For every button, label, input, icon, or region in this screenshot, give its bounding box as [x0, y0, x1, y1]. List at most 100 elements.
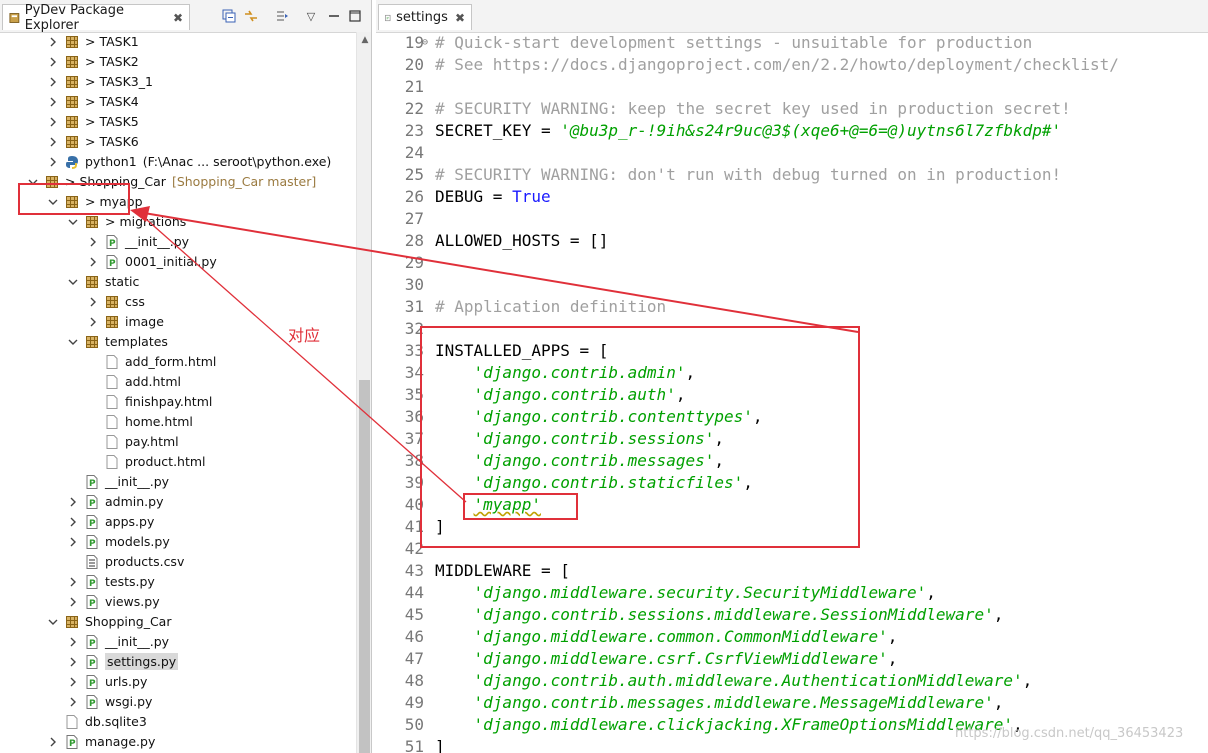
tree-scrollbar[interactable]: ▲ — [356, 32, 371, 753]
tree-item[interactable]: finishpay.html — [0, 392, 356, 412]
tree-item[interactable]: product.html — [0, 452, 356, 472]
code-line[interactable]: 37 'django.contrib.sessions', — [376, 428, 1208, 450]
tree-item[interactable]: > migrations — [0, 212, 356, 232]
chevron-down-icon[interactable] — [48, 192, 58, 212]
tree-item[interactable]: > TASK2 — [0, 52, 356, 72]
chevron-down-icon[interactable] — [68, 272, 78, 292]
tree-item[interactable]: > myapp — [0, 192, 356, 212]
tree-item[interactable]: Purls.py — [0, 672, 356, 692]
tree-item[interactable]: pay.html — [0, 432, 356, 452]
code-line[interactable]: 29 — [376, 252, 1208, 274]
code-line[interactable]: 26 DEBUG = True — [376, 186, 1208, 208]
tree-item[interactable]: > Shopping_Car [Shopping_Car master] — [0, 172, 356, 192]
tree-item[interactable]: Pmodels.py — [0, 532, 356, 552]
chevron-right-icon[interactable] — [48, 92, 58, 112]
tree-item[interactable]: > TASK1 — [0, 32, 356, 52]
fold-icon[interactable]: ⊖ — [422, 32, 428, 54]
chevron-right-icon[interactable] — [68, 672, 78, 692]
tree-item[interactable]: Pviews.py — [0, 592, 356, 612]
code-line[interactable]: 22 # SECURITY WARNING: keep the secret ke… — [376, 98, 1208, 120]
code-line[interactable]: 44 'django.middleware.security.SecurityM… — [376, 582, 1208, 604]
chevron-right-icon[interactable] — [48, 152, 58, 172]
minimize-icon[interactable] — [326, 8, 342, 24]
code-line[interactable]: 28 ALLOWED_HOSTS = [] — [376, 230, 1208, 252]
chevron-right-icon[interactable] — [88, 252, 98, 272]
code-line[interactable]: 40 'myapp' — [376, 494, 1208, 516]
chevron-right-icon[interactable] — [88, 312, 98, 332]
code-line[interactable]: 20 # See https://docs.djangoproject.com/e… — [376, 54, 1208, 76]
chevron-right-icon[interactable] — [48, 132, 58, 152]
tree-item[interactable]: Pmanage.py — [0, 732, 356, 752]
chevron-right-icon[interactable] — [48, 32, 58, 52]
tree-item[interactable]: P __init__.py — [0, 232, 356, 252]
code-line[interactable]: 49 'django.contrib.messages.middleware.M… — [376, 692, 1208, 714]
tree-item[interactable]: Padmin.py — [0, 492, 356, 512]
chevron-right-icon[interactable] — [68, 632, 78, 652]
code-line[interactable]: 39 'django.contrib.staticfiles', — [376, 472, 1208, 494]
code-line[interactable]: 41] — [376, 516, 1208, 538]
tree-item[interactable]: Psettings.py — [0, 652, 356, 672]
chevron-right-icon[interactable] — [88, 292, 98, 312]
tree-item[interactable]: > TASK4 — [0, 92, 356, 112]
tree-item[interactable]: > TASK5 — [0, 112, 356, 132]
chevron-right-icon[interactable] — [48, 112, 58, 132]
chevron-right-icon[interactable] — [68, 592, 78, 612]
tree-item[interactable]: P 0001_initial.py — [0, 252, 356, 272]
code-line[interactable]: 25 # SECURITY WARNING: don't run with deb… — [376, 164, 1208, 186]
code-line[interactable]: 35 'django.contrib.auth', — [376, 384, 1208, 406]
chevron-right-icon[interactable] — [68, 652, 78, 672]
chevron-right-icon[interactable] — [88, 232, 98, 252]
chevron-right-icon[interactable] — [68, 692, 78, 712]
tree-item[interactable]: db.sqlite3 — [0, 712, 356, 732]
code-line[interactable]: 27 — [376, 208, 1208, 230]
code-line[interactable]: 21 — [376, 76, 1208, 98]
code-line[interactable]: 42 — [376, 538, 1208, 560]
code-line[interactable]: 36 'django.contrib.contenttypes', — [376, 406, 1208, 428]
code-editor[interactable]: 19 ⊖ # Quick-start development settings - … — [376, 32, 1208, 753]
collapse-all-icon[interactable] — [221, 8, 237, 24]
tab-package-explorer[interactable]: PyDev Package Explorer ✖ — [2, 3, 190, 33]
code-line[interactable]: 32 — [376, 318, 1208, 340]
tree-item[interactable]: static — [0, 272, 356, 292]
chevron-right-icon[interactable] — [48, 732, 58, 752]
code-line[interactable]: 48 'django.contrib.auth.middleware.Authe… — [376, 670, 1208, 692]
close-icon[interactable]: ✖ — [455, 11, 465, 25]
tree-item[interactable]: > TASK6 — [0, 132, 356, 152]
scroll-up-icon[interactable]: ▲ — [357, 32, 371, 48]
tab-settings[interactable]: P settings ✖ — [378, 4, 472, 30]
code-line[interactable]: 34 'django.contrib.admin', — [376, 362, 1208, 384]
link-with-editor-icon[interactable] — [243, 8, 259, 24]
tree-item[interactable]: Shopping_Car — [0, 612, 356, 632]
code-line[interactable]: 45 'django.contrib.sessions.middleware.S… — [376, 604, 1208, 626]
chevron-right-icon[interactable] — [48, 72, 58, 92]
tree-item[interactable]: Pwsgi.py — [0, 692, 356, 712]
maximize-icon[interactable] — [347, 8, 363, 24]
tree-item[interactable]: add.html — [0, 372, 356, 392]
tree-item[interactable]: P __init__.py — [0, 632, 356, 652]
code-line[interactable]: 33 INSTALLED_APPS = [ — [376, 340, 1208, 362]
chevron-down-icon[interactable] — [68, 332, 78, 352]
tree-item[interactable]: P __init__.py — [0, 472, 356, 492]
chevron-right-icon[interactable] — [68, 512, 78, 532]
tree-item[interactable]: add_form.html — [0, 352, 356, 372]
code-line[interactable]: 46 'django.middleware.common.CommonMiddl… — [376, 626, 1208, 648]
code-line[interactable]: 19 ⊖ # Quick-start development settings - … — [376, 32, 1208, 54]
tree-item[interactable]: python1 (F:\Anac ... seroot\python.exe) — [0, 152, 356, 172]
view-menu-icon[interactable]: ▽ — [303, 8, 319, 24]
chevron-right-icon[interactable] — [68, 532, 78, 552]
code-line[interactable]: 23 SECRET_KEY = '@bu3p_r-!9ih&s24r9uc@3$(… — [376, 120, 1208, 142]
tree-item[interactable]: css — [0, 292, 356, 312]
tree-item[interactable]: products.csv — [0, 552, 356, 572]
chevron-right-icon[interactable] — [48, 52, 58, 72]
chevron-down-icon[interactable] — [68, 212, 78, 232]
code-line[interactable]: 30 — [376, 274, 1208, 296]
code-line[interactable]: 31 # Application definition — [376, 296, 1208, 318]
chevron-right-icon[interactable] — [68, 492, 78, 512]
close-icon[interactable]: ✖ — [173, 11, 183, 25]
tree-item[interactable]: Papps.py — [0, 512, 356, 532]
chevron-down-icon[interactable] — [28, 172, 38, 192]
scroll-thumb[interactable] — [359, 380, 370, 753]
chevron-down-icon[interactable] — [48, 612, 58, 632]
tree-item[interactable]: Ptests.py — [0, 572, 356, 592]
tree-item[interactable]: > TASK3_1 — [0, 72, 356, 92]
